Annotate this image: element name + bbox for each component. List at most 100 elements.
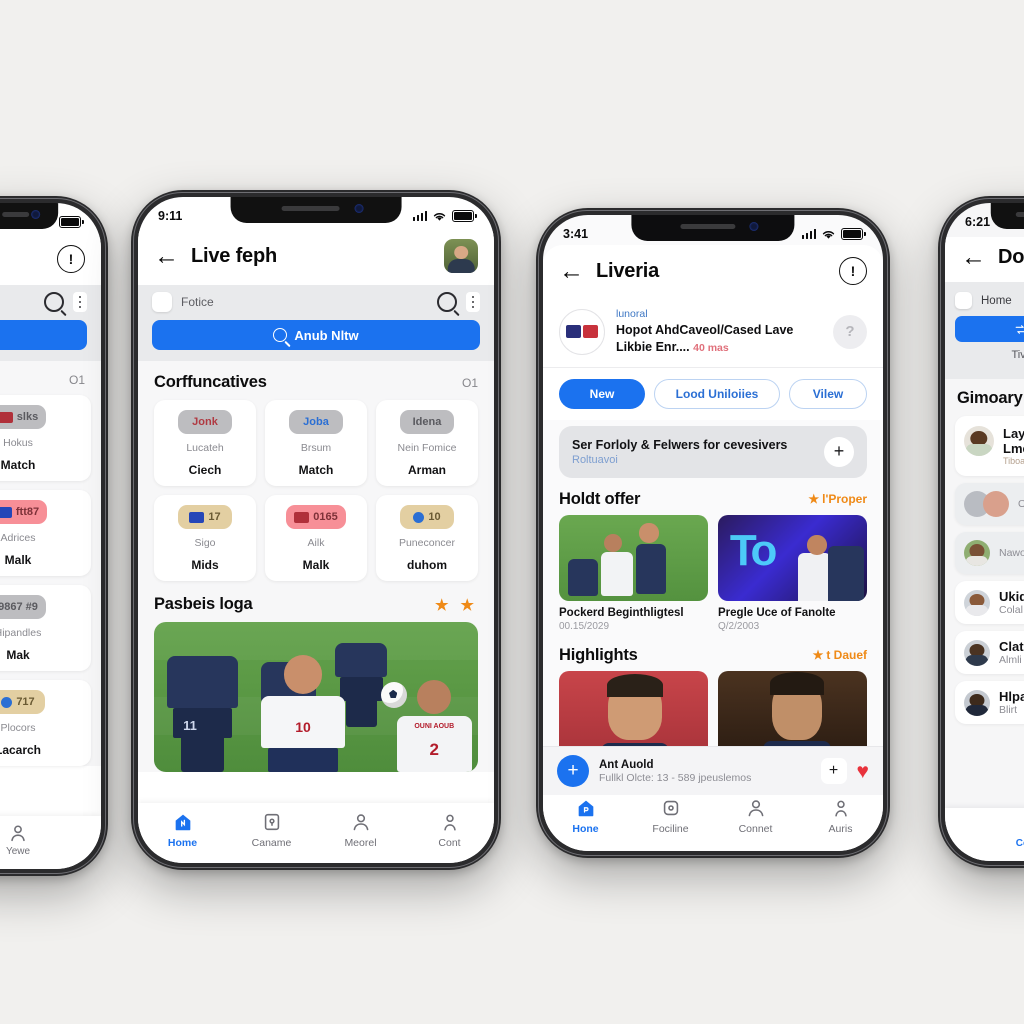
arrow-left-icon[interactable]: ← — [154, 243, 179, 269]
pill-view[interactable]: Vilew — [789, 378, 867, 409]
card-subtitle: Plocors — [0, 722, 36, 734]
mini-flag-icon — [0, 506, 12, 518]
list-item[interactable]: Ukid Colal — [955, 581, 1024, 624]
offer-card[interactable]: To Pregle Uce of Fanolte Q/2/2003 — [718, 514, 867, 632]
speaker-icon — [281, 206, 340, 211]
arrow-left-icon[interactable]: ← — [559, 258, 584, 284]
card-subtitle: Brsum — [300, 442, 332, 454]
primary-cta-button[interactable]: N[)l — [955, 316, 1024, 342]
offer-card-sub: 00.15/2029 — [559, 620, 610, 632]
mini-flag-icon — [1, 696, 13, 708]
rounded-square-icon[interactable] — [955, 292, 972, 309]
list-item[interactable]: 17 Sigo Mids — [154, 495, 256, 581]
filter-strip: Home N[)l Tiv Cous — [945, 282, 1024, 379]
toggle-row[interactable]: Home — [955, 288, 1024, 316]
tab-connet[interactable]: Connet — [713, 797, 798, 835]
list-item[interactable]: ftt87 Adrices Malk — [0, 490, 91, 576]
avatar[interactable] — [444, 239, 478, 273]
list-item-title: Hlpa — [999, 689, 1024, 704]
notch — [990, 203, 1024, 229]
list-item[interactable]: Jonk Lucateh Ciech — [154, 400, 256, 486]
list-item[interactable]: slks Hokus Match — [0, 395, 91, 481]
page-title: Live feph — [191, 244, 277, 267]
more-vertical-icon[interactable] — [73, 292, 87, 312]
tab-auris[interactable]: Auris — [798, 797, 883, 835]
offer-card-title: Pockerd Beginthligtesl — [559, 606, 684, 619]
plus-icon[interactable]: + — [820, 758, 847, 784]
section-title: Corffuncatives — [154, 373, 267, 391]
tab-label: Fociline — [652, 823, 689, 835]
tab-cont[interactable]: Cont — [405, 811, 494, 849]
highlight-card[interactable] — [559, 670, 708, 757]
list-item[interactable]: 717 Plocors Lacarch — [0, 680, 91, 766]
card-name: Malk — [302, 558, 330, 572]
signal-icon — [801, 229, 816, 239]
question-circle-icon[interactable]: ? — [833, 314, 867, 349]
info-circle-icon[interactable]: ! — [839, 257, 867, 285]
list-item[interactable]: Ooealnn tu — [955, 483, 1024, 525]
status-time: 9:11 — [158, 209, 183, 223]
phone-2-screen: 9:11 ← Live feph Fotice Anub Nltw Corffu… — [138, 197, 494, 863]
tab-label: Auris — [828, 823, 853, 835]
tab-caname[interactable]: Caname — [227, 811, 316, 849]
dual-flag-icon — [559, 308, 605, 355]
pill-load-utilities[interactable]: Lood Uniloiies — [654, 378, 780, 409]
tab-label: Conool — [1015, 838, 1024, 849]
search-icon[interactable] — [44, 292, 64, 312]
notification-subtitle: Likbie Enr.... 40 mas — [616, 339, 729, 354]
notification-kicker: lunoral — [616, 308, 648, 320]
list-item[interactable]: 0165 Ailk Malk — [265, 495, 367, 581]
card-grid: Jonk Lucateh Ciech Joba Brsum Match Iden… — [138, 400, 494, 591]
info-circle-icon[interactable]: ! — [57, 245, 85, 273]
pill-new[interactable]: New — [559, 378, 645, 409]
mini-flag-icon — [294, 511, 310, 523]
person-icon[interactable] — [7, 822, 29, 844]
card-subtitle: Hipandles — [0, 627, 42, 639]
list-item-sub: Blirt — [999, 704, 1018, 716]
notification-row[interactable]: lunoral Hopot AhdCaveol/Cased Lave Likbi… — [543, 297, 883, 368]
filter-strip: Fotice Anub Nltw — [138, 285, 494, 361]
list-item[interactable]: Hlpa Blirt — [955, 681, 1024, 724]
list-item[interactable]: Nawoe — [955, 532, 1024, 574]
highlights-title: Highlights — [559, 645, 638, 664]
signal-icon — [412, 211, 427, 221]
notch — [631, 215, 795, 241]
primary-cta-button[interactable] — [0, 320, 87, 350]
match-photo[interactable]: 10 OUNI AOUB 2 11 — [154, 622, 478, 772]
heart-icon[interactable]: ♥ — [857, 761, 869, 782]
promo-banner[interactable]: Ser Forloly & Felwers for cevesivers Rol… — [559, 425, 867, 478]
card-badge: Joba — [289, 410, 343, 434]
card-name: Arman — [407, 463, 446, 477]
list-item-sub: Tiboan — [1003, 456, 1024, 466]
list-item-text: Layp Lme Tiboan — [1003, 426, 1024, 466]
phone-4: 6:21 ← Dow Home N[)l Tiv Cous — [938, 196, 1024, 868]
plus-circle-icon[interactable]: + — [557, 755, 589, 787]
list-item[interactable]: Idena Nein Fomice Arman — [376, 400, 478, 486]
list-item[interactable]: Joba Brsum Match — [265, 400, 367, 486]
wifi-icon — [822, 230, 835, 239]
offer-card-sub: Q/2/2003 — [718, 620, 760, 632]
highlight-card[interactable] — [718, 670, 867, 757]
star-icon: ★ — [808, 492, 820, 507]
player-head — [283, 655, 323, 694]
avatar-body — [965, 705, 989, 716]
list-item[interactable]: Clat Almli — [955, 631, 1024, 674]
list-item[interactable]: Layp Lme Tiboan — [955, 416, 1024, 476]
list-item[interactable]: 9867 #9 Hipandles Mak — [0, 585, 91, 671]
list-item-text: Clat Almli — [999, 639, 1024, 666]
tab-home[interactable]: Home — [138, 811, 227, 849]
more-vertical-icon[interactable] — [466, 292, 480, 312]
search-icon[interactable] — [437, 292, 457, 312]
plus-icon[interactable]: + — [824, 436, 854, 467]
offer-card[interactable]: Pockerd Beginthligtesl 00.15/2029 — [559, 514, 708, 632]
card-subtitle: Hokus — [3, 437, 33, 449]
arrow-left-icon[interactable]: ← — [961, 245, 986, 270]
flag-right-icon — [583, 325, 598, 339]
primary-cta-button[interactable]: Anub Nltw — [152, 320, 480, 350]
tab-home[interactable]: Hone — [543, 797, 628, 835]
list-item[interactable]: 10 Puneconcer duhom — [376, 495, 478, 581]
tab-meorel[interactable]: Meorel — [316, 811, 405, 849]
card-name: Lacarch — [0, 743, 42, 757]
tab-fociline[interactable]: Fociline — [628, 797, 713, 835]
rounded-square-icon[interactable] — [152, 292, 172, 312]
